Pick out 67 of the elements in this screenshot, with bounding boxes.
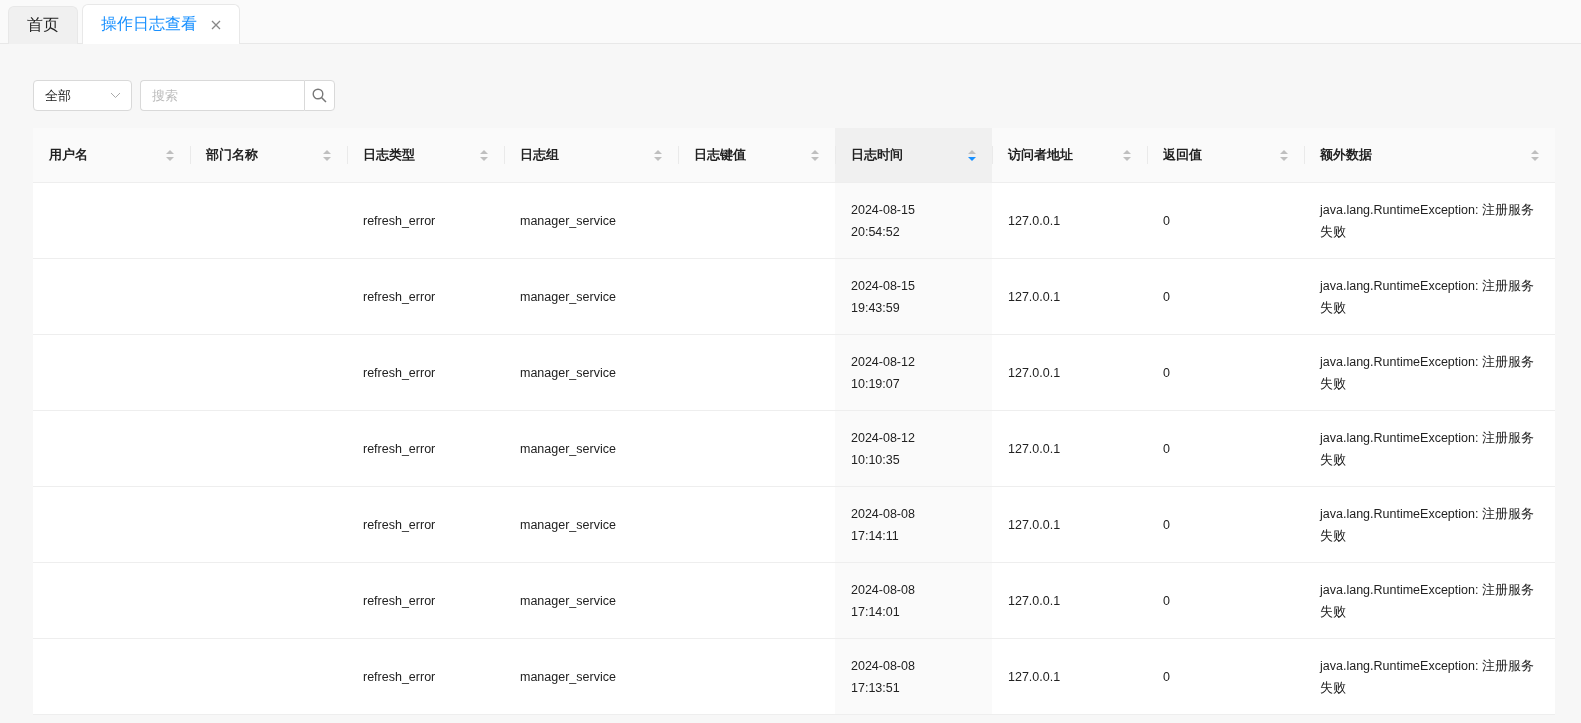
table-cell-text: refresh_error [363, 516, 436, 534]
table-cell-text: 127.0.0.1 [1008, 668, 1061, 686]
table-cell-text: 0 [1163, 516, 1170, 534]
sort-icon [480, 148, 488, 162]
table-cell-text: 2024-08-08 17:14:01 [851, 581, 916, 621]
table-cell-text: manager_service [520, 364, 616, 382]
table-cell-text: java.lang.RuntimeException: 注册服务失败 [1320, 277, 1535, 317]
table-cell-text: 0 [1163, 364, 1170, 382]
sort-icon [1280, 148, 1288, 162]
sort-icon [811, 148, 819, 162]
table-cell-text: 127.0.0.1 [1008, 516, 1061, 534]
table-cell-text: 2024-08-08 17:14:11 [851, 505, 916, 545]
sort-icon [654, 148, 662, 162]
table-cell-text: 127.0.0.1 [1008, 592, 1061, 610]
column-header[interactable]: 部门名称 [190, 128, 347, 182]
sort-icon [1123, 148, 1131, 162]
table-cell-text: refresh_error [363, 668, 436, 686]
table-cell-text: refresh_error [363, 212, 436, 230]
table-cell-text: refresh_error [363, 592, 436, 610]
table-cell-text: java.lang.RuntimeException: 注册服务失败 [1320, 429, 1535, 469]
table-cell-text: 0 [1163, 288, 1170, 306]
table-cell-text: 0 [1163, 668, 1170, 686]
table-cell-text: java.lang.RuntimeException: 注册服务失败 [1320, 353, 1535, 393]
table-cell-text: refresh_error [363, 288, 436, 306]
table-cell-text: 0 [1163, 592, 1170, 610]
table-cell-text: 0 [1163, 212, 1170, 230]
tab[interactable]: 首页 [8, 6, 78, 44]
column-header[interactable]: 日志时间 [835, 128, 992, 182]
table-cell-text: 2024-08-15 20:54:52 [851, 201, 916, 241]
table-cell-text: 127.0.0.1 [1008, 212, 1061, 230]
table-cell-text: refresh_error [363, 364, 436, 382]
table-cell-text: java.lang.RuntimeException: 注册服务失败 [1320, 201, 1535, 241]
table-cell-text: 2024-08-12 10:19:07 [851, 353, 916, 393]
search-field[interactable]: 搜索 [140, 80, 304, 111]
column-header[interactable]: 额外数据 [1304, 128, 1555, 182]
filter-dropdown[interactable]: 全部 [33, 80, 132, 111]
sort-icon [166, 148, 174, 162]
chevron-down-icon [110, 92, 121, 99]
search-button[interactable] [304, 80, 335, 111]
table-cell-text: 127.0.0.1 [1008, 288, 1061, 306]
table-cell-text: refresh_error [363, 440, 436, 458]
column-header[interactable]: 日志类型 [347, 128, 504, 182]
column-header[interactable]: 返回值 [1147, 128, 1304, 182]
sort-icon [1531, 148, 1539, 162]
table-cell-text: 127.0.0.1 [1008, 364, 1061, 382]
column-header[interactable]: 日志键值 [678, 128, 835, 182]
column-header[interactable]: 用户名 [33, 128, 190, 182]
table-cell-text: java.lang.RuntimeException: 注册服务失败 [1320, 581, 1535, 621]
table-cell-text: manager_service [520, 516, 616, 534]
sort-icon [323, 148, 331, 162]
table-cell-text: 2024-08-15 19:43:59 [851, 277, 916, 317]
close-icon[interactable] [211, 19, 221, 30]
sort-icon [968, 148, 976, 162]
table-cell-text: manager_service [520, 288, 616, 306]
table-cell-text: manager_service [520, 440, 616, 458]
table-cell-text: 127.0.0.1 [1008, 440, 1061, 458]
table-cell-text: 0 [1163, 440, 1170, 458]
table-cell-text: 2024-08-08 17:13:51 [851, 657, 916, 697]
table-cell-text: 2024-08-12 10:10:35 [851, 429, 916, 469]
search-icon [312, 88, 327, 103]
table-cell-text: manager_service [520, 212, 616, 230]
column-header[interactable]: 日志组 [504, 128, 678, 182]
column-header[interactable]: 访问者地址 [992, 128, 1147, 182]
table-cell-text: java.lang.RuntimeException: 注册服务失败 [1320, 657, 1535, 697]
table-cell-text: manager_service [520, 668, 616, 686]
table-cell-text: manager_service [520, 592, 616, 610]
table-cell-text: java.lang.RuntimeException: 注册服务失败 [1320, 505, 1535, 545]
